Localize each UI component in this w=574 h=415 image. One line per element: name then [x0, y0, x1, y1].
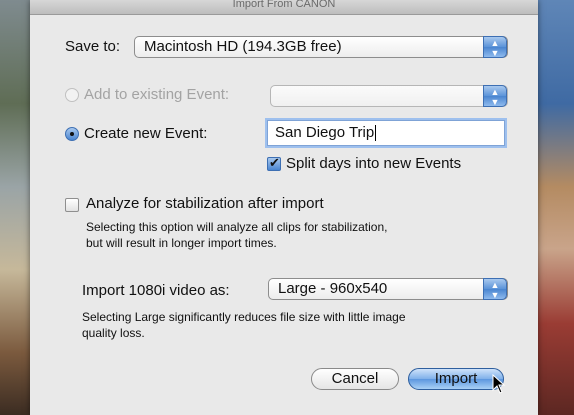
- cancel-button[interactable]: Cancel: [311, 368, 399, 390]
- import-size-note-line2: quality loss.: [82, 326, 145, 340]
- stabilization-checkbox[interactable]: [65, 198, 79, 212]
- add-to-existing-label: Add to existing Event:: [84, 86, 230, 103]
- background-photo-right: [538, 0, 574, 415]
- existing-event-popup[interactable]: ▲ ▼: [270, 85, 508, 107]
- import-dialog: Import From CANON Save to: Macintosh HD …: [30, 0, 538, 415]
- updown-chevron-icon: ▲ ▼: [483, 85, 507, 107]
- save-to-value: Macintosh HD (194.3GB free): [144, 38, 342, 55]
- stabilization-note: Selecting this option will analyze all c…: [86, 219, 506, 251]
- new-event-name-field[interactable]: San Diego Trip: [267, 120, 505, 146]
- split-days-label: Split days into new Events: [286, 155, 462, 172]
- stabilization-note-line1: Selecting this option will analyze all c…: [86, 220, 388, 234]
- create-new-event-label: Create new Event:: [84, 125, 208, 142]
- import-size-note: Selecting Large significantly reduces fi…: [82, 309, 512, 341]
- import-size-popup[interactable]: Large - 960x540 ▲ ▼: [268, 278, 508, 300]
- add-to-existing-radio[interactable]: [65, 88, 79, 102]
- import-size-label: Import 1080i video as:: [82, 282, 230, 299]
- save-to-popup[interactable]: Macintosh HD (194.3GB free) ▲ ▼: [134, 36, 508, 58]
- create-new-event-radio[interactable]: [65, 127, 79, 141]
- updown-chevron-icon: ▲ ▼: [483, 278, 507, 300]
- mouse-pointer-icon: [492, 374, 506, 394]
- background-photo-left: [0, 0, 30, 415]
- split-days-checkbox[interactable]: [267, 155, 281, 171]
- stabilization-note-line2: but will result in longer import times.: [86, 236, 277, 250]
- dialog-title: Import From CANON: [30, 0, 538, 15]
- import-button[interactable]: Import: [408, 368, 504, 390]
- updown-chevron-icon: ▲ ▼: [483, 36, 507, 58]
- import-size-note-line1: Selecting Large significantly reduces fi…: [82, 310, 406, 324]
- stabilization-label: Analyze for stabilization after import: [86, 195, 324, 212]
- text-caret: [375, 125, 377, 142]
- import-size-value: Large - 960x540: [278, 280, 388, 297]
- new-event-name-value: San Diego Trip: [275, 124, 375, 141]
- save-to-label: Save to:: [65, 38, 121, 55]
